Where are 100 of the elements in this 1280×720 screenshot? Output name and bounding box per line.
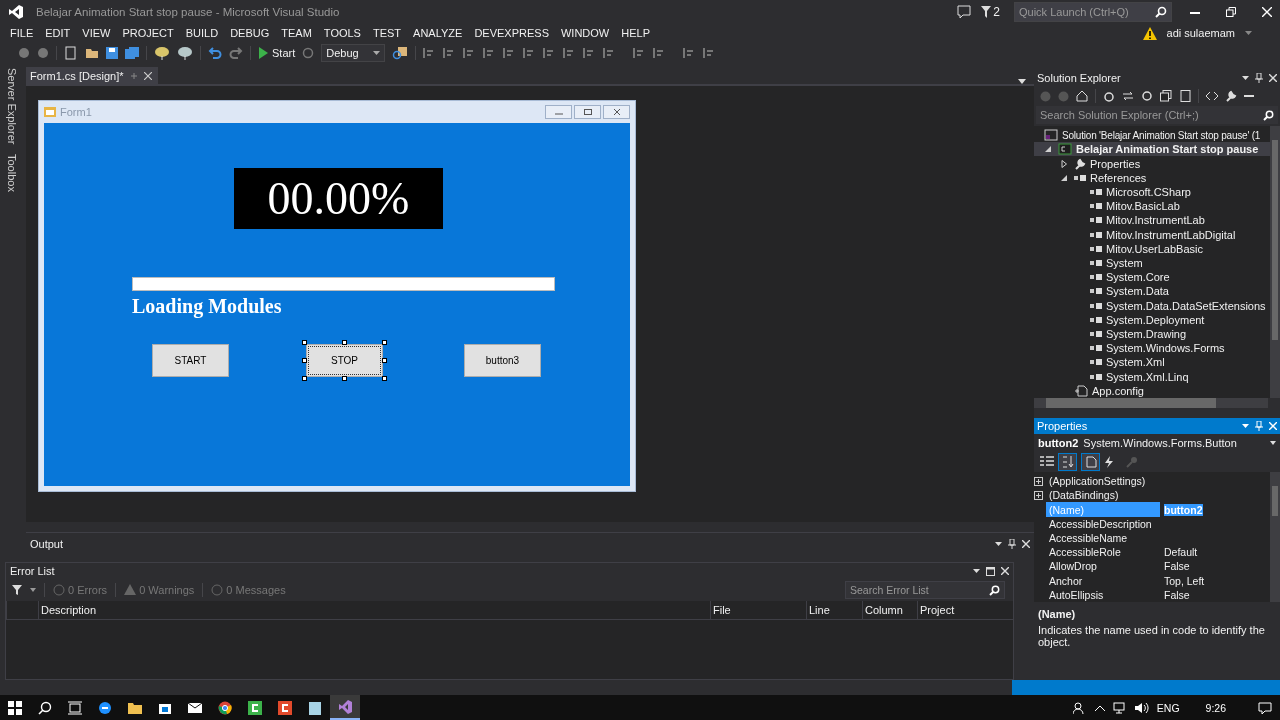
- property-name[interactable]: AutoEllipsis: [1046, 587, 1160, 602]
- property-value[interactable]: False: [1164, 588, 1190, 601]
- scrollbar[interactable]: [1270, 126, 1280, 398]
- code-icon[interactable]: [1206, 91, 1218, 101]
- tree-item[interactable]: System.Drawing: [1106, 327, 1187, 340]
- object-name[interactable]: button2: [1038, 437, 1079, 449]
- search-icon[interactable]: [38, 700, 52, 715]
- menu-item[interactable]: TEAM: [275, 27, 318, 39]
- menu-item[interactable]: TEST: [366, 27, 408, 39]
- language-indicator[interactable]: ENG: [1156, 701, 1180, 714]
- alphabetical-toggle[interactable]: [1058, 453, 1077, 471]
- pin-icon[interactable]: [1255, 73, 1263, 83]
- save-all-icon[interactable]: [125, 47, 139, 59]
- expanded-arrow-icon[interactable]: [1044, 145, 1052, 154]
- resize-handle[interactable]: [302, 340, 307, 345]
- minus-icon[interactable]: [1244, 94, 1254, 98]
- menu-item[interactable]: TOOLS: [317, 27, 367, 39]
- property-value[interactable]: Default: [1164, 546, 1198, 559]
- tree-item[interactable]: System.Windows.Forms: [1106, 342, 1225, 355]
- column-header[interactable]: Line: [806, 601, 862, 619]
- collapse-all-icon[interactable]: [1160, 90, 1172, 102]
- resize-handle[interactable]: [382, 340, 387, 345]
- search-field[interactable]: Search Solution Explorer (Ctrl+;): [1036, 106, 1278, 124]
- close-icon[interactable]: [1269, 74, 1277, 82]
- dropdown-caret-icon[interactable]: [995, 542, 1002, 546]
- tree-item[interactable]: App.config: [1092, 384, 1144, 397]
- tree-item[interactable]: System.Xml: [1106, 356, 1165, 369]
- start-button[interactable]: Start: [258, 47, 296, 59]
- tree-item[interactable]: Mitov.InstrumentLabDigital: [1106, 228, 1236, 241]
- menu-item[interactable]: DEVEXPRESS: [468, 27, 555, 39]
- menu-item[interactable]: EDIT: [39, 27, 77, 39]
- dropdown-caret-icon[interactable]: [973, 569, 980, 573]
- volume-icon[interactable]: [1134, 701, 1149, 714]
- configuration-dropdown[interactable]: Debug: [321, 44, 385, 62]
- tree-item[interactable]: Mitov.UserLabBasic: [1106, 242, 1203, 255]
- tree-item[interactable]: System.Data: [1106, 285, 1169, 298]
- property-name[interactable]: AccessibleDescription: [1046, 516, 1160, 531]
- notification-count[interactable]: 2: [993, 5, 1000, 19]
- form-button[interactable]: START: [152, 344, 229, 377]
- property-name[interactable]: AccessibleRole: [1046, 545, 1160, 560]
- resize-handle[interactable]: [302, 358, 307, 363]
- filter-icon[interactable]: [12, 585, 22, 595]
- dropdown-caret-icon[interactable]: [30, 588, 36, 592]
- undo-icon[interactable]: [208, 47, 222, 59]
- user-name[interactable]: adi sulaemam: [1160, 27, 1241, 39]
- expanded-arrow-icon[interactable]: [1060, 173, 1068, 182]
- property-name[interactable]: AccessibleName: [1046, 530, 1160, 546]
- find-icon[interactable]: [391, 46, 408, 60]
- show-all-files-icon[interactable]: [1179, 90, 1191, 102]
- expand-icon[interactable]: [1034, 476, 1043, 486]
- tree-item[interactable]: System.Data.DataSetExtensions: [1106, 299, 1266, 312]
- property-name[interactable]: AllowDrop: [1046, 559, 1160, 574]
- close-icon[interactable]: [1001, 567, 1009, 575]
- tree-item[interactable]: Mitov.InstrumentLab: [1106, 214, 1205, 227]
- resize-handle[interactable]: [382, 358, 387, 363]
- scrollbar[interactable]: [1034, 398, 1268, 408]
- search-field[interactable]: Search Error List: [845, 581, 1005, 599]
- tree-item[interactable]: System.Deployment: [1106, 313, 1205, 326]
- property-name[interactable]: Anchor: [1046, 573, 1160, 588]
- windows-start-icon[interactable]: [8, 700, 22, 715]
- redo-icon[interactable]: [229, 47, 243, 59]
- pin-icon[interactable]: [1008, 539, 1016, 549]
- tree-item[interactable]: Microsoft.CSharp: [1106, 185, 1191, 198]
- mail-icon[interactable]: [188, 702, 202, 713]
- sync-icon[interactable]: [1122, 90, 1134, 102]
- properties-toggle[interactable]: [1081, 453, 1100, 471]
- app-icon[interactable]: [278, 700, 292, 715]
- property-category[interactable]: (DataBindings): [1046, 488, 1270, 503]
- clock[interactable]: 9:26: [1205, 701, 1226, 714]
- restore-icon[interactable]: [1226, 7, 1236, 17]
- maximize-button[interactable]: [574, 105, 601, 119]
- menu-item[interactable]: PROJECT: [116, 27, 180, 39]
- tree-item[interactable]: System: [1106, 256, 1143, 269]
- form-button[interactable]: button3: [464, 344, 541, 377]
- document-tab[interactable]: Form1.cs [Design]*: [26, 67, 158, 84]
- align-tools-drawing[interactable]: [422, 47, 713, 59]
- people-icon[interactable]: [1072, 701, 1087, 714]
- form-button[interactable]: STOP: [306, 344, 383, 377]
- lightning-icon[interactable]: [1104, 456, 1114, 468]
- column-header[interactable]: Column: [862, 601, 917, 619]
- column-header[interactable]: Project: [917, 601, 1013, 619]
- menu-item[interactable]: HELP: [615, 27, 656, 39]
- categorized-icon[interactable]: [1040, 456, 1054, 468]
- object-type[interactable]: System.Windows.Forms.Button: [1083, 437, 1237, 449]
- expand-icon[interactable]: [1034, 490, 1043, 500]
- tree-item[interactable]: System.Core: [1106, 271, 1170, 284]
- tree-item[interactable]: References: [1090, 171, 1147, 184]
- column-header[interactable]: Description: [38, 601, 710, 619]
- chevron-up-icon[interactable]: [1094, 704, 1105, 711]
- side-tab[interactable]: Toolbox: [6, 154, 18, 193]
- feedback-icon[interactable]: [957, 5, 972, 19]
- open-folder-icon[interactable]: [85, 47, 99, 59]
- dropdown-caret-icon[interactable]: [1270, 441, 1276, 445]
- folder-icon[interactable]: [128, 701, 142, 714]
- menu-item[interactable]: ANALYZE: [407, 27, 469, 39]
- tree-item[interactable]: Mitov.BasicLab: [1106, 200, 1180, 213]
- close-button[interactable]: [603, 105, 630, 119]
- dropdown-caret-icon[interactable]: [1242, 424, 1249, 428]
- wrench-icon[interactable]: [1225, 90, 1237, 102]
- column-header[interactable]: File: [710, 601, 806, 619]
